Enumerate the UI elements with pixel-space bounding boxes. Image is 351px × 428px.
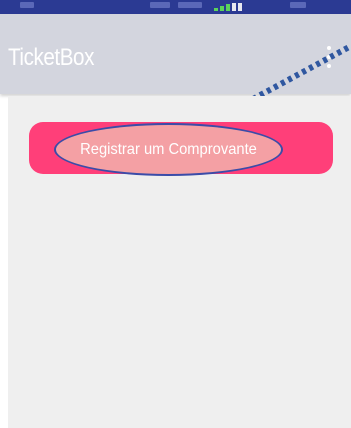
status-icon xyxy=(20,2,34,8)
battery-icon xyxy=(290,2,306,8)
app-title: TicketBox xyxy=(8,44,94,71)
signal-icon xyxy=(214,3,254,11)
more-vert-icon[interactable] xyxy=(322,44,336,70)
status-icon xyxy=(150,2,170,8)
register-receipt-label: Registrar um Comprovante xyxy=(80,141,257,158)
app-bar: TicketBox xyxy=(0,14,351,94)
status-icon xyxy=(178,2,202,8)
register-receipt-button[interactable]: Registrar um Comprovante xyxy=(29,122,333,176)
app-screen: TicketBox Registrar um Comprovante xyxy=(0,0,351,428)
status-bar xyxy=(0,0,351,14)
